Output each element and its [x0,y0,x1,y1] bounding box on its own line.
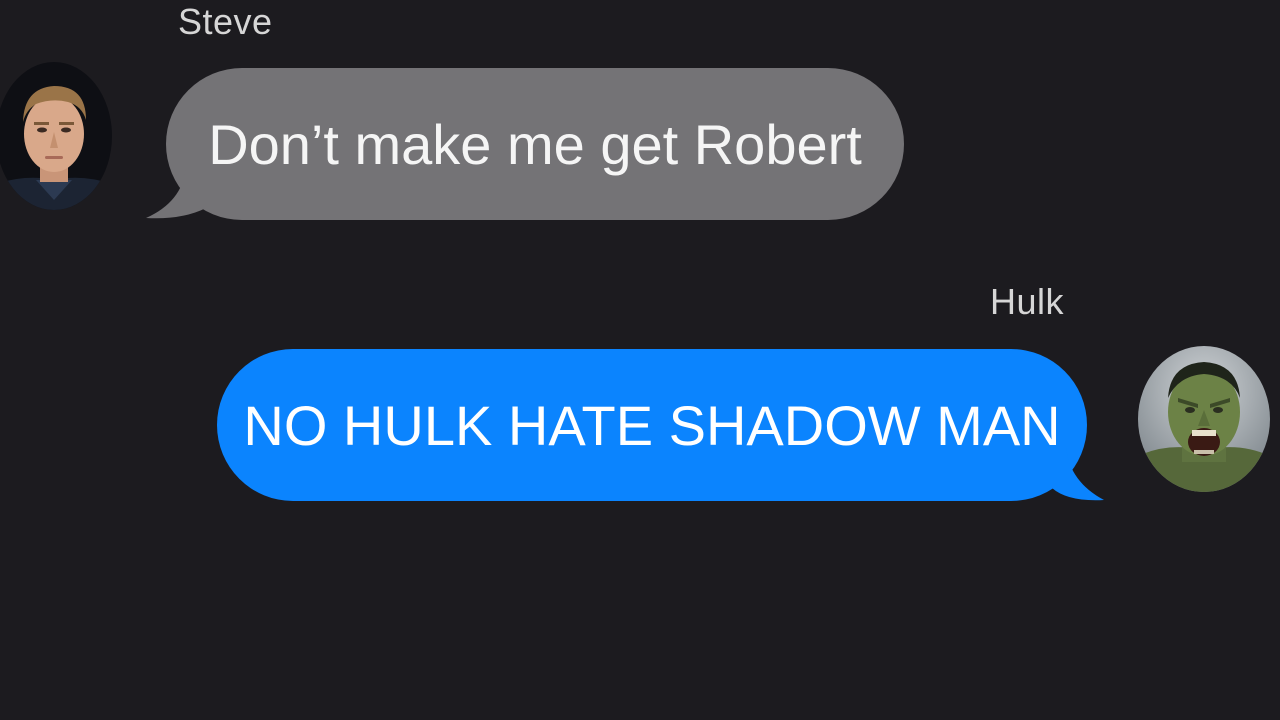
message-text: NO HULK HATE SHADOW MAN [243,393,1061,457]
steve-avatar-icon[interactable] [0,62,112,210]
chat-thread: Steve Don’t make me get Robert Hulk NO H… [0,0,1280,720]
bubble-tail-outgoing [1052,448,1104,501]
bubble-tail-incoming [146,168,206,219]
message-bubble-incoming[interactable]: Don’t make me get Robert [166,68,904,220]
sender-name-steve: Steve [178,1,273,42]
message-bubble-outgoing[interactable]: NO HULK HATE SHADOW MAN [217,349,1087,501]
hulk-avatar-icon[interactable] [1138,346,1270,492]
sender-name-hulk: Hulk [990,281,1065,322]
message-text: Don’t make me get Robert [208,112,862,176]
